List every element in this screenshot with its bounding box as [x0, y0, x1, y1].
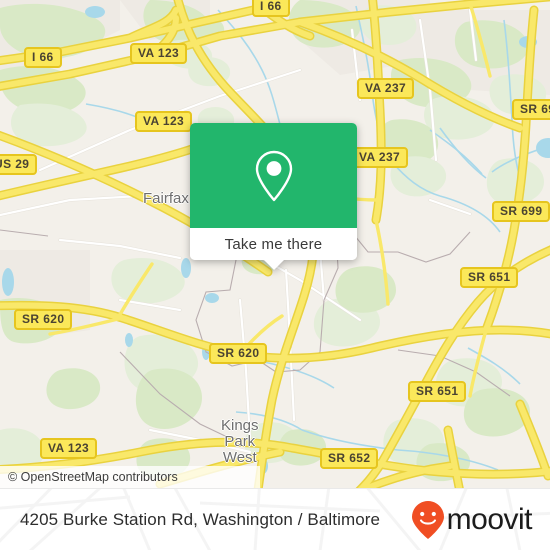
callout-body: Take me there: [190, 123, 357, 260]
footer-content: 4205 Burke Station Rd, Washington / Balt…: [0, 489, 550, 550]
road-shield: SR 699: [492, 201, 550, 222]
map-pin-icon: [255, 150, 292, 201]
address-text: 4205 Burke Station Rd, Washington / Balt…: [20, 510, 381, 529]
callout-cta-label: Take me there: [224, 235, 323, 253]
callout-pointer: [262, 259, 285, 270]
map-attribution: © OpenStreetMap contributors: [0, 466, 260, 488]
moovit-map-screen: .ga{fill:#d9e9c6;} .gb{fill:#e4eed9;} .r…: [0, 0, 550, 550]
callout-cta[interactable]: Take me there: [190, 228, 357, 260]
moovit-pin-smile-icon: [411, 501, 444, 539]
road-shield: SR 620: [209, 343, 268, 364]
road-shield: I 66: [24, 47, 62, 68]
road-shield: VA 123: [40, 438, 98, 459]
road-shield: VA 237: [351, 147, 409, 168]
road-shield: SR 699: [512, 99, 550, 120]
moovit-logo[interactable]: moovit: [411, 500, 533, 540]
road-shield: SR 652: [320, 448, 379, 469]
road-shield: VA 123: [135, 111, 193, 132]
moovit-wordmark: moovit: [446, 503, 533, 536]
footer-bar: 4205 Burke Station Rd, Washington / Balt…: [0, 488, 550, 550]
callout-header: [190, 123, 357, 228]
road-shield: VA 123: [130, 43, 188, 64]
place-label: Kings Park West: [221, 417, 259, 466]
road-shield: VA 237: [357, 78, 415, 99]
location-callout-card[interactable]: Take me there: [190, 123, 357, 270]
road-shield: SR 620: [14, 309, 73, 330]
road-shield: SR 651: [408, 381, 467, 402]
attribution-text: © OpenStreetMap contributors: [8, 470, 178, 484]
road-shield: US 29: [0, 154, 38, 175]
road-shield: I 66: [252, 0, 290, 17]
road-shield: SR 651: [460, 267, 519, 288]
place-label: Fairfax: [143, 190, 189, 207]
